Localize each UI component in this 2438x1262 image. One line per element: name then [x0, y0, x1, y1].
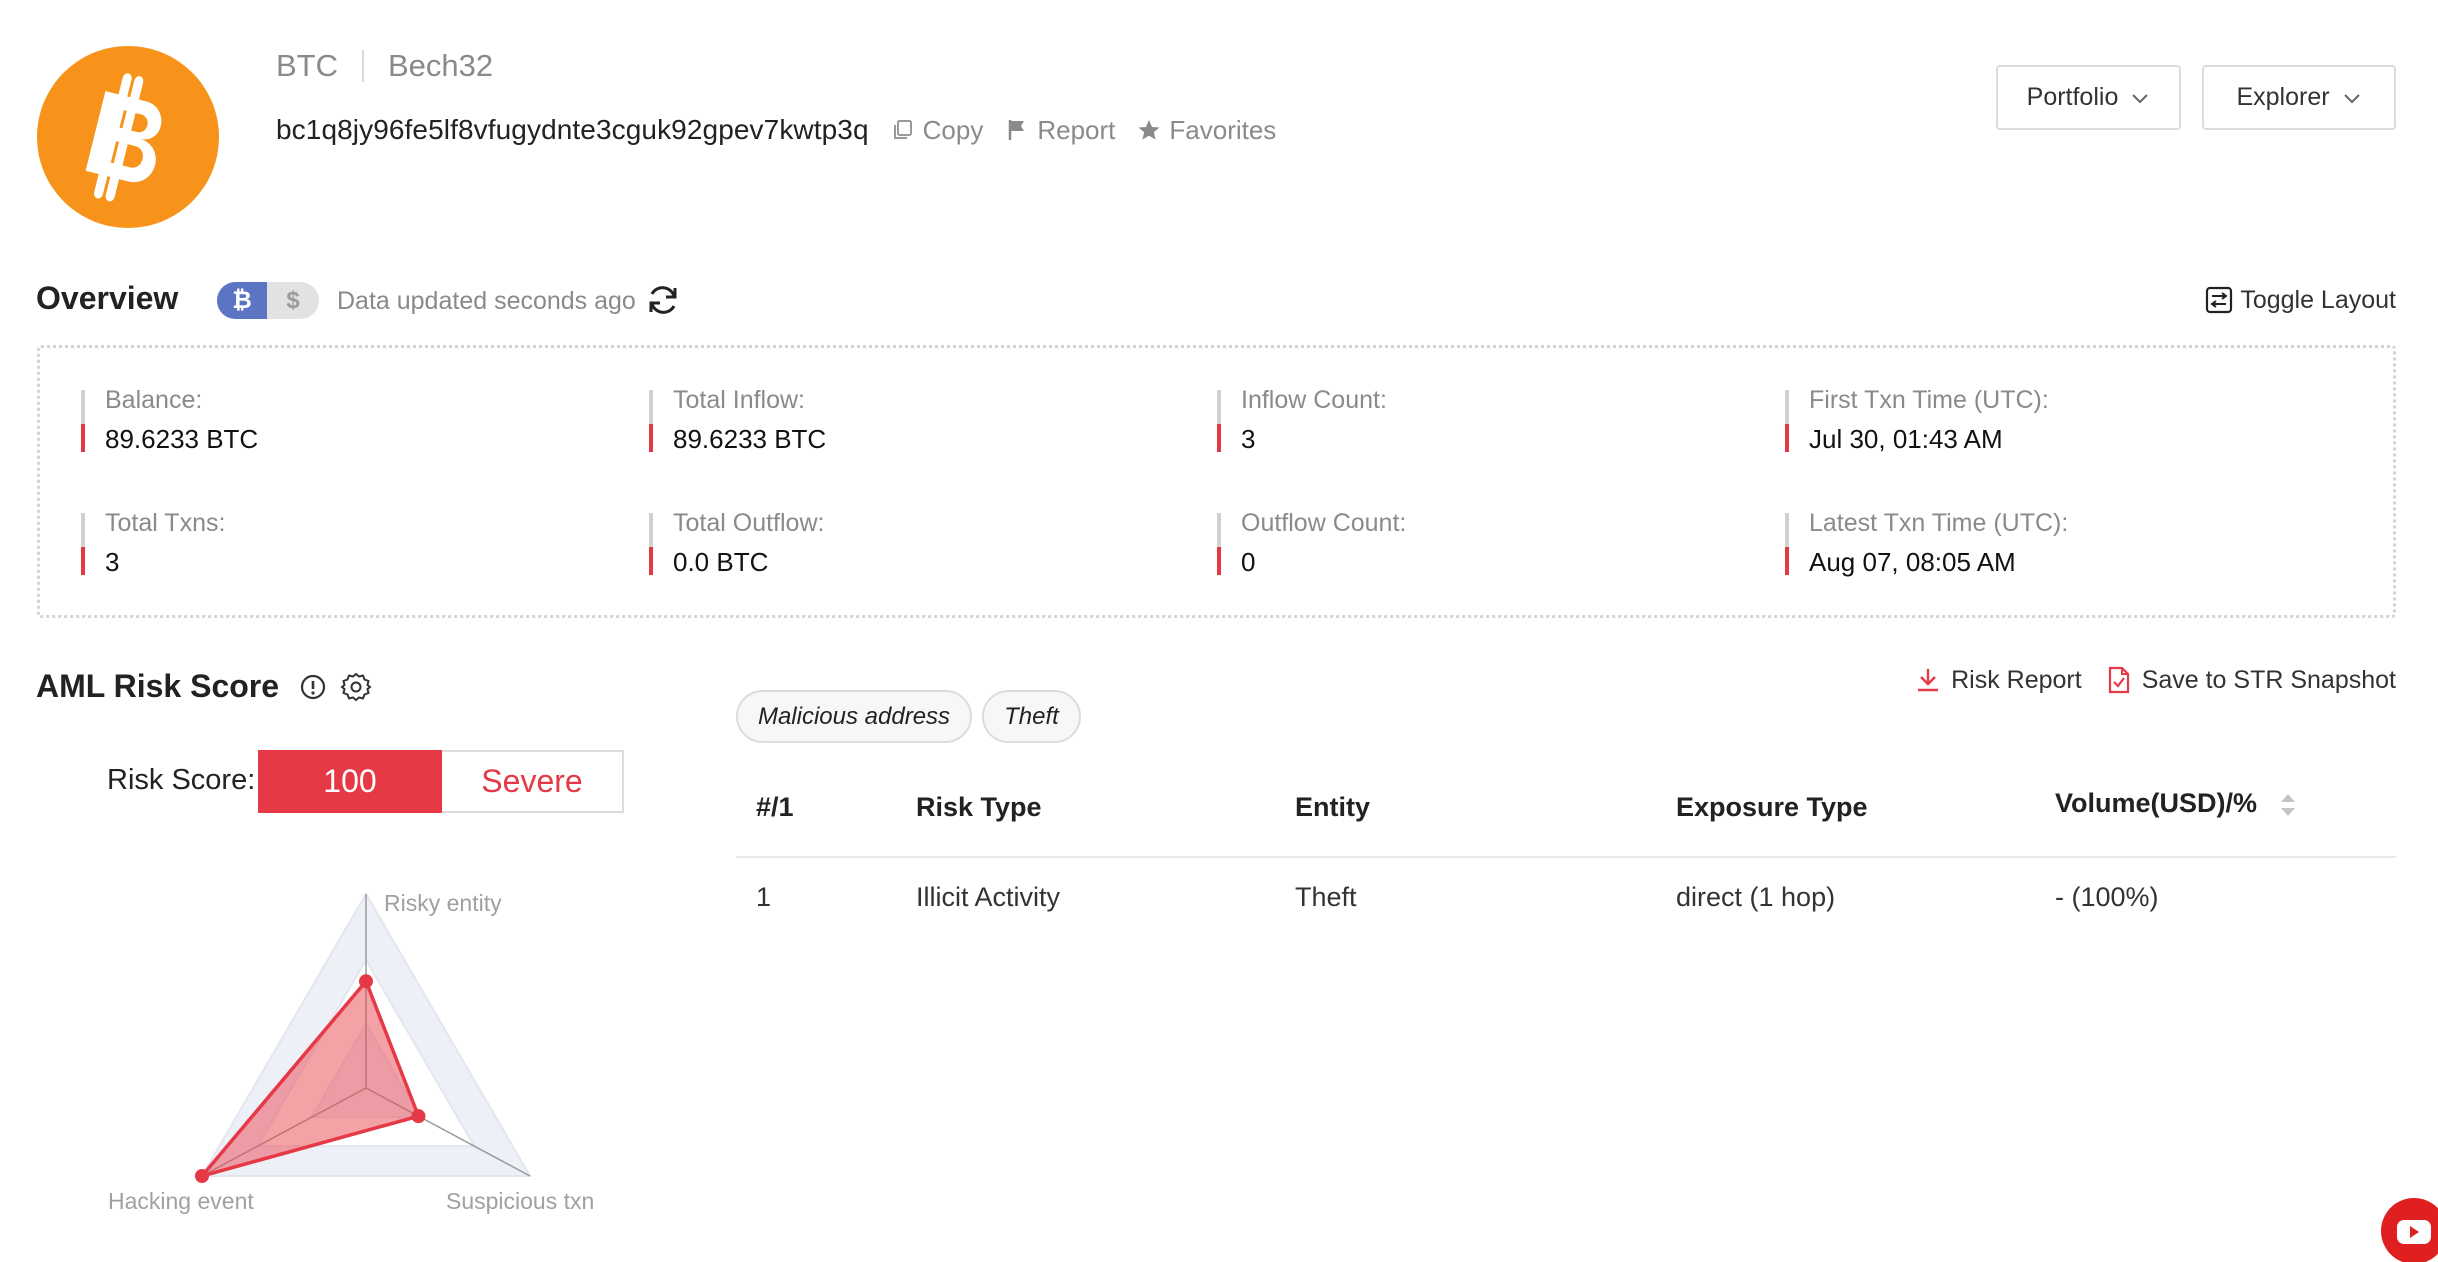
youtube-icon[interactable] — [2381, 1198, 2438, 1262]
radar-axis-label: Risky entity — [384, 890, 502, 916]
stat-indicator — [1217, 513, 1221, 575]
radar-point — [411, 1109, 426, 1124]
usd-toggle-option[interactable]: $ — [267, 282, 319, 319]
stat-value: 0.0 BTC — [673, 547, 769, 577]
refresh-icon[interactable] — [645, 282, 681, 318]
data-updated-text: Data updated seconds ago — [337, 287, 636, 315]
stat-indicator — [649, 390, 653, 452]
stat-value: Aug 07, 08:05 AM — [1809, 547, 2016, 577]
risk-table: #/1 Risk Type Entity Exposure Type Volum… — [736, 770, 2396, 948]
btc-logo-icon — [37, 46, 219, 228]
toggle-layout-button[interactable]: Toggle Layout — [2204, 282, 2396, 318]
flag-icon — [1009, 120, 1025, 140]
stat-label: Total Inflow: — [673, 386, 806, 414]
stat-indicator — [1785, 390, 1789, 452]
col-volume[interactable]: Volume(USD)/% — [2055, 788, 2297, 819]
chevron-down-icon — [2343, 93, 2360, 103]
address-type: Bech32 — [388, 48, 494, 83]
gear-icon[interactable] — [340, 671, 372, 703]
explorer-dropdown[interactable]: Explorer — [2202, 65, 2396, 130]
stat-label: Total Outflow: — [673, 509, 825, 537]
save-snapshot-button[interactable]: Save to STR Snapshot — [2106, 666, 2396, 695]
overview-title: Overview — [36, 280, 179, 316]
explorer-label: Explorer — [2236, 83, 2330, 111]
stat-indicator — [1217, 390, 1221, 452]
tag-theft[interactable]: Theft — [982, 690, 1081, 743]
stat-value: 89.6233 BTC — [105, 424, 259, 454]
copy-label: Copy — [922, 114, 984, 145]
risk-radar-chart: Risky entity Suspicious txn Hacking event — [108, 890, 594, 1214]
coin-symbol: BTC — [276, 48, 338, 83]
info-icon[interactable] — [298, 672, 328, 702]
table-row[interactable]: 1 Illicit Activity Theft direct (1 hop) … — [736, 858, 2396, 948]
stat-value: 3 — [1241, 424, 1256, 454]
download-icon — [1918, 669, 1939, 692]
currency-toggle[interactable]: ₿ $ — [217, 282, 319, 319]
sort-icon[interactable] — [2279, 792, 2297, 818]
stat-label: Outflow Count: — [1241, 509, 1407, 537]
stat-label: Latest Txn Time (UTC): — [1809, 509, 2069, 537]
btc-toggle-option[interactable]: ₿ — [217, 282, 267, 319]
col-exposure-type: Exposure Type — [1676, 792, 1868, 822]
stat-label: Balance: — [105, 386, 203, 414]
col-risk-type: Risk Type — [916, 792, 1042, 822]
risk-actions: Risk Report Save to STR Snapshot — [1891, 662, 2396, 698]
divider — [362, 50, 364, 82]
risk-score-label: Risk Score: — [107, 764, 256, 796]
stat-indicator — [81, 513, 85, 575]
risk-report-label: Risk Report — [1951, 665, 2082, 694]
report-label: Report — [1037, 114, 1116, 145]
stat-indicator — [81, 390, 85, 452]
tag-malicious-address[interactable]: Malicious address — [736, 690, 972, 743]
stat-label: First Txn Time (UTC): — [1809, 386, 2049, 414]
copy-icon — [893, 120, 912, 139]
portfolio-dropdown[interactable]: Portfolio — [1996, 65, 2181, 130]
overview-stats: Balance: 89.6233 BTC Total Inflow: 89.62… — [37, 345, 2396, 618]
stat-label: Inflow Count: — [1241, 386, 1387, 414]
cell-exposure-type: direct (1 hop) — [1676, 882, 1836, 912]
risk-report-button[interactable]: Risk Report — [1915, 666, 2082, 695]
table-header: #/1 Risk Type Entity Exposure Type Volum… — [736, 770, 2396, 858]
radar-axis-label: Hacking event — [108, 1188, 254, 1214]
favorites-button[interactable]: Favorites — [1137, 115, 1276, 146]
aml-risk-score-title: AML Risk Score — [36, 668, 280, 704]
radar-point — [359, 974, 373, 989]
risk-level: Severe — [442, 750, 624, 813]
risk-score-value: 100 — [258, 750, 442, 813]
chevron-down-icon — [2132, 93, 2149, 103]
coin-info: BTC Bech32 — [276, 46, 493, 86]
stat-value: 0 — [1241, 547, 1256, 577]
star-icon — [1138, 120, 1160, 140]
copy-button[interactable]: Copy — [891, 114, 984, 146]
cell-volume: - (100%) — [2055, 882, 2159, 912]
col-volume-label: Volume(USD)/% — [2055, 788, 2258, 818]
save-snapshot-label: Save to STR Snapshot — [2141, 665, 2396, 694]
cell-index: 1 — [756, 882, 772, 912]
wallet-address: bc1q8jy96fe5lf8vfugydnte3cguk92gpev7kwtp… — [276, 114, 869, 145]
radar-axis-label: Suspicious txn — [446, 1188, 594, 1214]
stat-value: 3 — [105, 547, 120, 577]
col-index: #/1 — [756, 792, 794, 822]
stat-value: 89.6233 BTC — [673, 424, 827, 454]
stat-indicator — [649, 513, 653, 575]
document-check-icon — [2108, 666, 2129, 694]
col-entity: Entity — [1295, 792, 1371, 822]
favorites-label: Favorites — [1169, 114, 1277, 145]
stat-value: Jul 30, 01:43 AM — [1809, 424, 2003, 454]
report-button[interactable]: Report — [1005, 115, 1115, 146]
risk-score-badge: 100 Severe — [258, 750, 624, 813]
portfolio-label: Portfolio — [2026, 83, 2119, 111]
toggle-layout-label: Toggle Layout — [2240, 285, 2396, 314]
layout-icon — [2206, 286, 2233, 314]
cell-risk-type: Illicit Activity — [916, 882, 1061, 912]
stat-label: Total Txns: — [105, 509, 226, 537]
stat-indicator — [1785, 513, 1789, 575]
address-row: bc1q8jy96fe5lf8vfugydnte3cguk92gpev7kwtp… — [276, 110, 1276, 150]
radar-point — [195, 1169, 209, 1183]
cell-entity: Theft — [1295, 882, 1357, 912]
